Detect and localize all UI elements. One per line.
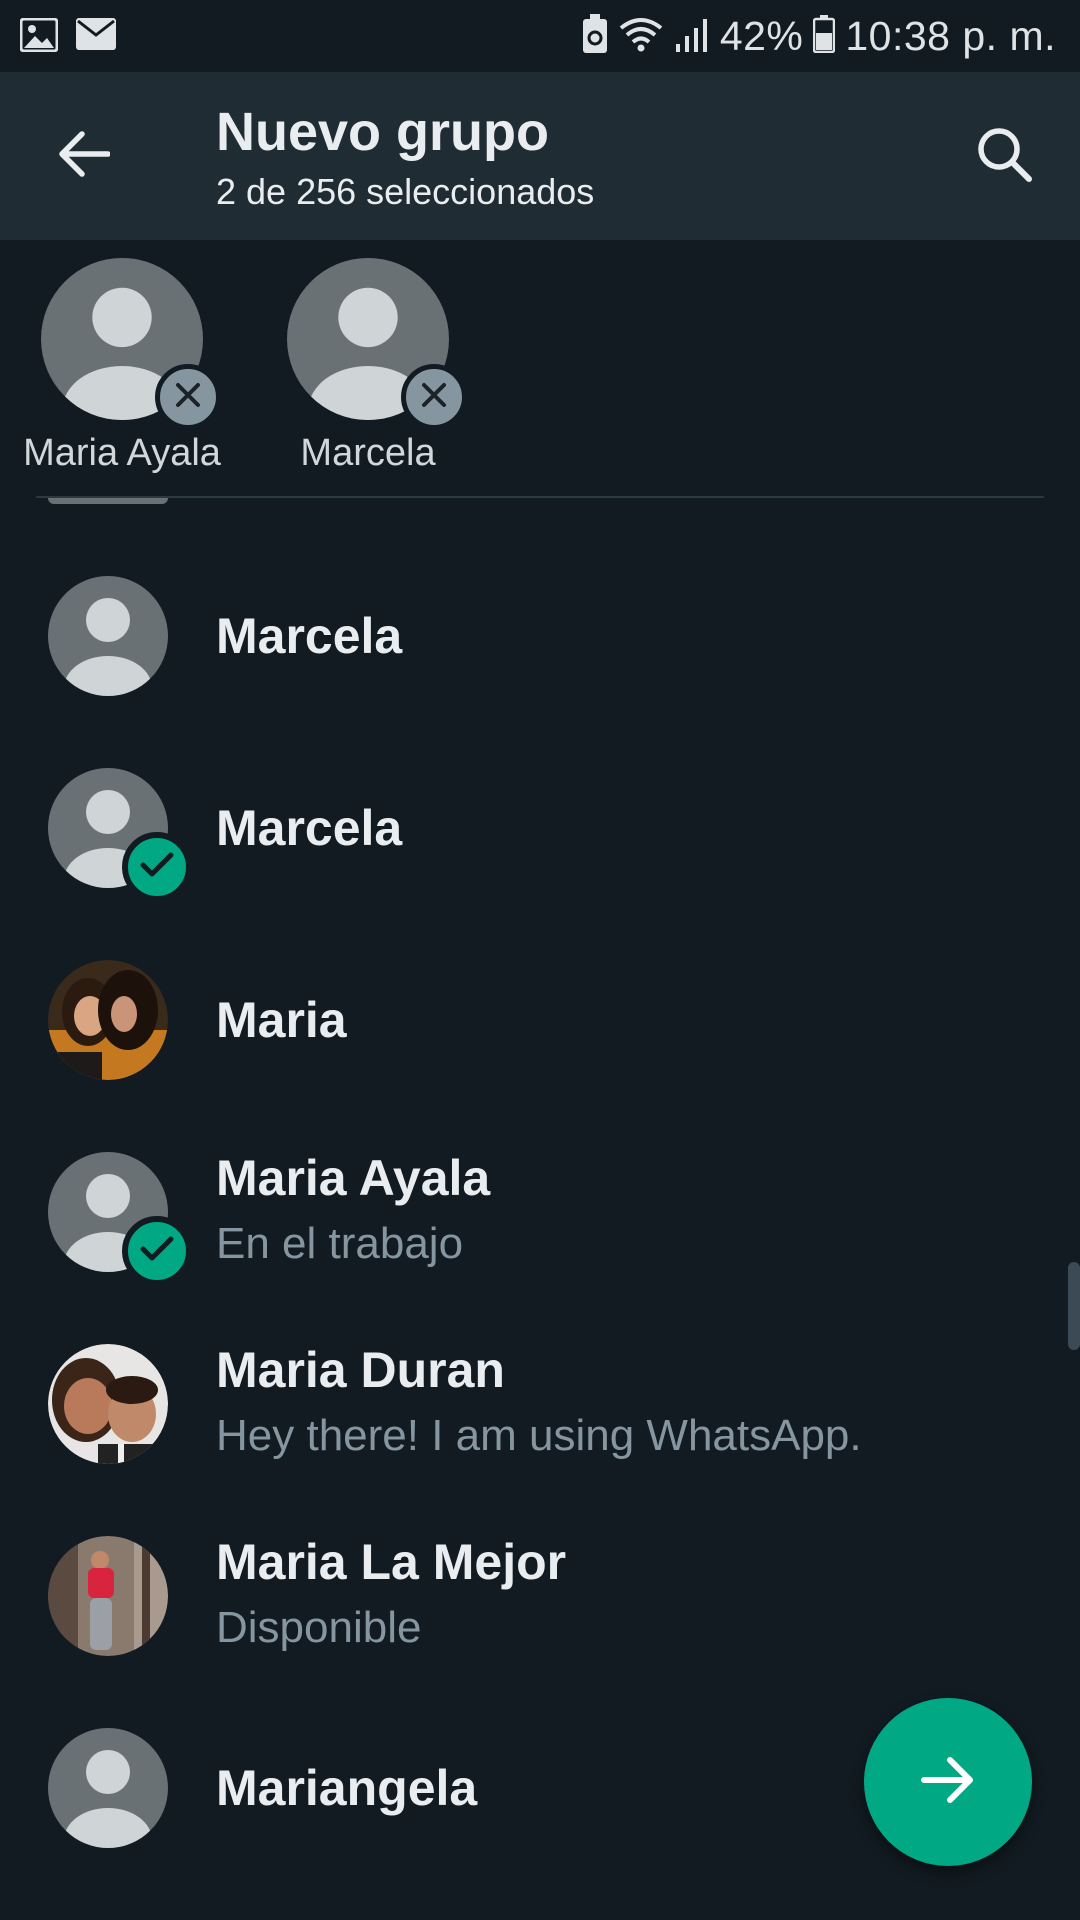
contact-name: Marcela (216, 608, 403, 664)
wifi-icon (618, 16, 664, 57)
app-bar: Nuevo grupo 2 de 256 seleccionados (0, 72, 1080, 240)
battery-saver-icon (582, 13, 608, 59)
search-button[interactable] (964, 116, 1044, 196)
battery-icon (813, 14, 836, 58)
status-bar: 42% 10:38 p. m. (0, 0, 1080, 72)
avatar (48, 1344, 168, 1464)
selected-contact-name: Marcela (300, 432, 436, 474)
selected-contact-chip[interactable]: Marcela (268, 258, 468, 475)
contact-status: Disponible (216, 1603, 422, 1652)
clock: 10:38 p. m. (845, 12, 1056, 59)
avatar (48, 576, 168, 696)
contact-status: En el trabajo (216, 1219, 464, 1268)
email-notification-icon (76, 18, 116, 57)
signal-icon (674, 16, 710, 57)
arrow-left-icon (58, 130, 111, 183)
arrow-right-icon (920, 1754, 976, 1811)
avatar (48, 498, 168, 504)
contact-name: Maria La Mejor (216, 1534, 567, 1590)
avatar (41, 258, 221, 430)
avatar (287, 258, 467, 430)
page-title: Nuevo grupo (216, 102, 549, 162)
contact-name: Maria Duran (216, 1342, 505, 1398)
search-icon (975, 125, 1033, 188)
remove-selected-button[interactable] (401, 364, 467, 430)
selected-contact-chip[interactable]: Maria Ayala (22, 258, 222, 475)
check-icon (140, 1235, 174, 1268)
list-item[interactable]: Maria La Mejor Disponible (0, 1500, 1080, 1692)
contact-name: Marcela (216, 800, 403, 856)
avatar (48, 1152, 192, 1286)
list-item[interactable]: Marcela (0, 540, 1080, 732)
next-button[interactable] (864, 1698, 1032, 1866)
selection-count: 2 de 256 seleccionados (216, 171, 595, 212)
remove-selected-button[interactable] (155, 364, 221, 430)
contact-name: Mariangela (216, 1760, 478, 1816)
back-button[interactable] (44, 116, 124, 196)
selected-check-badge (122, 1216, 192, 1286)
battery-percent: 42% (719, 12, 804, 59)
contact-name: Maria (216, 992, 347, 1048)
check-icon (140, 851, 174, 884)
title-block: Nuevo grupo 2 de 256 seleccionados (216, 100, 594, 216)
close-icon (174, 381, 202, 414)
list-item[interactable]: Maria Ayala En el trabajo (0, 1116, 1080, 1308)
close-icon (420, 381, 448, 414)
selected-contacts-strip: Maria Ayala Marcela (0, 240, 1080, 496)
selected-contact-name: Maria Ayala (23, 432, 221, 474)
avatar (48, 1536, 168, 1656)
avatar (48, 1728, 168, 1848)
avatar (48, 768, 192, 902)
selected-check-badge (122, 832, 192, 902)
avatar (48, 960, 168, 1080)
contact-status: Hey there! I am using WhatsApp. (216, 1411, 862, 1460)
contact-name: Maria Ayala (216, 1150, 491, 1206)
scrollbar-thumb[interactable] (1068, 1262, 1080, 1350)
list-item[interactable]: Maria Duran Hey there! I am using WhatsA… (0, 1308, 1080, 1500)
gallery-notification-icon (19, 17, 59, 57)
list-item[interactable]: Marcela (0, 732, 1080, 924)
list-item[interactable]: Maria (0, 924, 1080, 1116)
